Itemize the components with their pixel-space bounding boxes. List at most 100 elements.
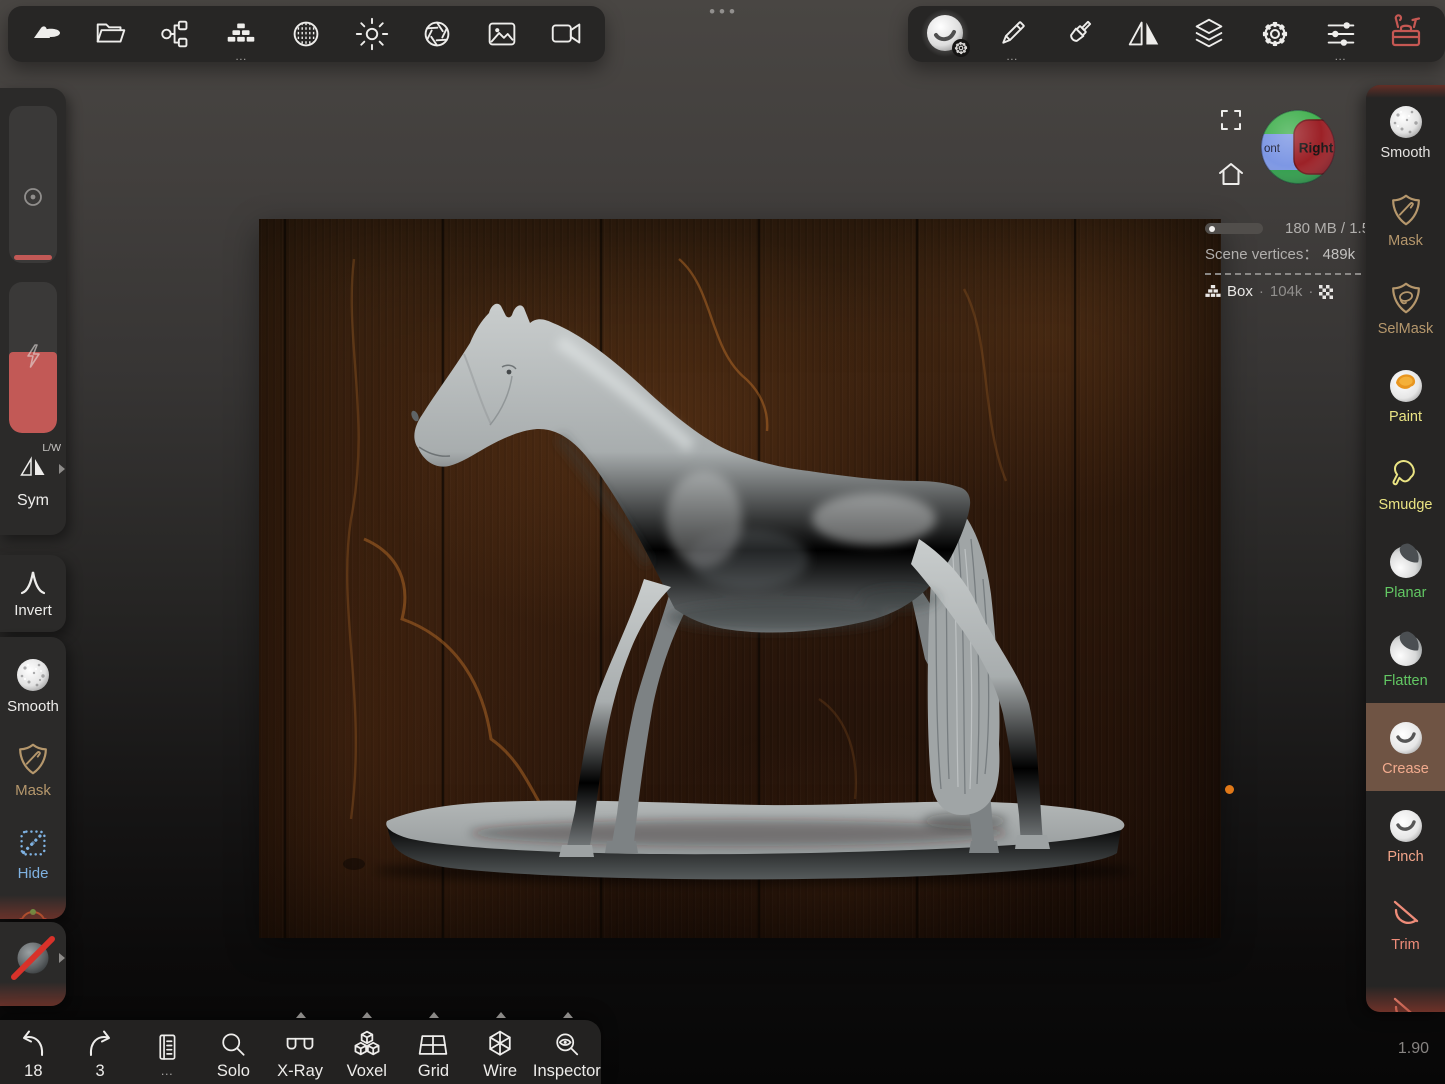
radius-slider[interactable] xyxy=(9,106,57,263)
lighting-button[interactable] xyxy=(345,6,399,62)
voxel-button[interactable]: Voxel xyxy=(333,1020,400,1084)
interface-sliders-button[interactable]: … xyxy=(1314,6,1368,62)
mirror-symmetry-icon xyxy=(1125,15,1163,53)
invert-button[interactable]: Invert xyxy=(0,555,66,632)
home-icon[interactable] xyxy=(1217,161,1245,187)
tool-item-pinch[interactable]: Pinch xyxy=(1366,791,1445,879)
system-handle-dots: ••• xyxy=(699,2,749,22)
xray-button[interactable]: X-Ray xyxy=(267,1020,334,1084)
xray-label: X-Ray xyxy=(277,1062,323,1080)
app-menu-button[interactable] xyxy=(19,6,73,62)
symmetry-button[interactable] xyxy=(1117,6,1171,62)
tool-item-mask[interactable]: Mask xyxy=(1366,175,1445,263)
pinch-tool-icon xyxy=(1386,806,1426,846)
flatten-tool-icon xyxy=(1386,630,1426,670)
sliders-icon xyxy=(1322,15,1360,53)
tool-item-smooth[interactable]: Smooth xyxy=(1366,87,1445,175)
background-button[interactable] xyxy=(475,6,529,62)
toolbox-button[interactable] xyxy=(1379,6,1433,62)
redo-button[interactable]: 3 xyxy=(67,1020,134,1084)
undo-button[interactable]: 18 xyxy=(0,1020,67,1084)
tool-item-partial[interactable] xyxy=(1366,967,1445,1012)
postprocess-button[interactable] xyxy=(410,6,464,62)
quick-mask-button[interactable]: Mask xyxy=(0,727,66,811)
invert-icon xyxy=(18,569,48,597)
mask-shield-icon xyxy=(14,739,52,779)
pencil-more-dots: … xyxy=(985,51,1039,61)
voxel-menu-caret[interactable] xyxy=(362,1012,372,1018)
local-world-label: L/W xyxy=(42,442,61,454)
notification-dot xyxy=(1225,785,1234,794)
folder-icon xyxy=(92,15,130,53)
symmetry-toggle[interactable]: L/W Sym xyxy=(0,440,66,532)
wire-button[interactable]: Wire xyxy=(467,1020,534,1084)
grid-button[interactable]: Grid xyxy=(400,1020,467,1084)
quick-smooth-button[interactable]: Smooth xyxy=(0,643,66,727)
object-row[interactable]: Box · 104k · xyxy=(1205,283,1365,300)
quick-tools-panel: Smooth Mask Hide xyxy=(0,637,66,919)
history-notebook-icon xyxy=(150,1032,184,1064)
wire-menu-caret[interactable] xyxy=(496,1012,506,1018)
sculpt-canvas[interactable] xyxy=(259,219,1221,938)
tool-label-mask: Mask xyxy=(1388,233,1423,249)
files-button[interactable] xyxy=(84,6,138,62)
pencil-tool-button[interactable]: … xyxy=(985,6,1039,62)
video-camera-icon xyxy=(548,15,586,53)
no-alpha-sphere-icon xyxy=(11,936,55,980)
tool-item-crease[interactable]: Crease xyxy=(1366,703,1445,791)
aperture-icon xyxy=(418,15,456,53)
tool-item-planar[interactable]: Planar xyxy=(1366,527,1445,615)
crease-tool-icon xyxy=(1386,718,1426,758)
main-toolbar-right: … xyxy=(908,6,1445,62)
smooth-tool-icon xyxy=(1386,102,1426,142)
memory-progress-bar xyxy=(1205,223,1263,234)
layers-button[interactable] xyxy=(1182,6,1236,62)
voxel-label: Voxel xyxy=(347,1062,387,1080)
tool-label-trim: Trim xyxy=(1391,937,1419,953)
tool-label-selmask: SelMask xyxy=(1378,321,1434,337)
tool-item-paint[interactable]: Paint xyxy=(1366,351,1445,439)
panel-scroll-fade xyxy=(0,982,66,1006)
gizmo-tool-partial-icon[interactable] xyxy=(17,908,49,919)
camera-button[interactable] xyxy=(540,6,594,62)
stats-separator xyxy=(1205,273,1361,275)
scene-stats: 180 MB / 1.5 Scene vertices： 489k Box · … xyxy=(1205,220,1365,300)
tool-item-trim[interactable]: Trim xyxy=(1366,879,1445,967)
xray-glasses-icon xyxy=(282,1029,318,1061)
image-icon xyxy=(483,15,521,53)
smooth-sphere-icon xyxy=(13,655,53,695)
history-button[interactable]: … xyxy=(133,1020,200,1084)
tool-label-paint: Paint xyxy=(1389,409,1422,425)
sliders-more-dots: … xyxy=(1314,51,1368,61)
smooth-label: Smooth xyxy=(7,698,59,715)
vertices-label: Scene vertices： xyxy=(1205,246,1318,263)
topology-button[interactable]: … xyxy=(214,6,268,62)
scene-graph-button[interactable] xyxy=(149,6,203,62)
tool-list-panel: Smooth Mask SelMask xyxy=(1366,85,1445,1012)
xray-menu-caret[interactable] xyxy=(296,1012,306,1018)
inspector-button[interactable]: Inspector xyxy=(534,1020,601,1084)
zoom-scale-value: 1.90 xyxy=(1398,1040,1429,1058)
solo-button[interactable]: Solo xyxy=(200,1020,267,1084)
paintbrush-tool-button[interactable] xyxy=(1051,6,1105,62)
quick-hide-button[interactable]: Hide xyxy=(0,811,66,895)
tool-item-smudge[interactable]: Smudge xyxy=(1366,439,1445,527)
horse-model xyxy=(259,219,1221,938)
pencil-icon xyxy=(993,15,1031,53)
active-brush-button[interactable] xyxy=(920,6,974,62)
app-window: … xyxy=(0,0,1445,1084)
object-vertex-count: 104k xyxy=(1270,283,1303,300)
intensity-slider[interactable] xyxy=(9,282,57,433)
object-separator: · xyxy=(1308,283,1313,300)
grid-menu-caret[interactable] xyxy=(429,1012,439,1018)
intensity-bolt-icon xyxy=(22,344,44,368)
inspector-menu-caret[interactable] xyxy=(563,1012,573,1018)
tool-item-flatten[interactable]: Flatten xyxy=(1366,615,1445,703)
multires-pyramid-icon xyxy=(222,15,260,53)
fullscreen-icon[interactable] xyxy=(1219,108,1243,132)
material-button[interactable] xyxy=(279,6,333,62)
tool-item-selmask[interactable]: SelMask xyxy=(1366,263,1445,351)
alpha-texture-button[interactable] xyxy=(0,922,66,1006)
orientation-gizmo[interactable]: ont Right xyxy=(1259,108,1337,186)
settings-button[interactable] xyxy=(1248,6,1302,62)
